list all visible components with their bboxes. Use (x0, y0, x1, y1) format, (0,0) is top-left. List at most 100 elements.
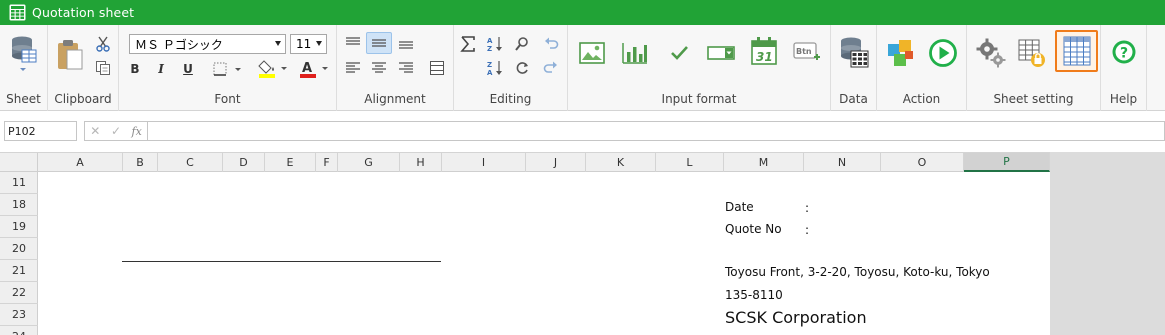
group-input-format: 31 Btn Input format (568, 25, 831, 111)
button-icon-label: Btn (796, 47, 812, 56)
column-header-p[interactable]: P (964, 153, 1050, 172)
font-color-button[interactable]: A (296, 58, 332, 80)
paste-button[interactable] (54, 37, 86, 73)
column-header-g[interactable]: G (338, 153, 400, 172)
group-help: ? Help (1101, 25, 1147, 111)
sheet-button[interactable] (8, 33, 40, 75)
spreadsheet-icon (9, 4, 26, 21)
name-box[interactable]: P102 (4, 121, 77, 141)
font-size-select[interactable]: 11 (290, 34, 327, 54)
paste-icon (58, 40, 83, 70)
borders-button[interactable] (210, 59, 244, 79)
company-postal-code: 135-8110 (725, 288, 783, 302)
row-header-22[interactable]: 22 (0, 282, 38, 304)
column-header-c[interactable]: C (158, 153, 223, 172)
find-button[interactable] (511, 33, 533, 55)
row-header-24[interactable]: 24 (0, 326, 38, 335)
column-header-o[interactable]: O (881, 153, 964, 172)
align-middle-button[interactable] (366, 32, 392, 54)
column-header-m[interactable]: M (724, 153, 804, 172)
merge-cells-button[interactable] (425, 57, 449, 79)
customer-name-underline (122, 261, 441, 262)
column-header-j[interactable]: J (526, 153, 586, 172)
sheet-grid[interactable] (38, 172, 1165, 335)
column-header-k[interactable]: K (586, 153, 656, 172)
title-bar: Quotation sheet (0, 0, 1165, 25)
merge-cells-icon (430, 61, 444, 75)
sum-button[interactable] (457, 33, 479, 55)
row-header-19[interactable]: 19 (0, 216, 38, 238)
data-button[interactable] (836, 34, 872, 72)
chart-icon (622, 43, 647, 64)
button-icon: Btn (793, 42, 820, 60)
insert-function-button[interactable]: fx (126, 122, 147, 140)
align-bottom-button[interactable] (394, 32, 418, 54)
cancel-formula-button[interactable]: ✕ (85, 122, 106, 140)
column-header-d[interactable]: D (223, 153, 265, 172)
data-table-icon (841, 37, 869, 68)
combobox-button[interactable] (705, 37, 737, 69)
font-family-select[interactable]: ＭＳ Ｐゴシック (129, 34, 286, 54)
run-button[interactable] (925, 35, 961, 71)
group-label-alignment: Alignment (364, 92, 426, 106)
column-header-e[interactable]: E (265, 153, 316, 172)
svg-text:?: ? (1120, 46, 1128, 62)
copy-button[interactable] (93, 58, 113, 78)
calendar-day: 31 (756, 50, 773, 64)
formula-input[interactable] (148, 121, 1165, 141)
column-header-f[interactable]: F (316, 153, 338, 172)
bold-button[interactable]: B (125, 59, 145, 79)
row-header-21[interactable]: 21 (0, 260, 38, 282)
replace-icon (516, 62, 528, 74)
group-label-sheet: Sheet (6, 92, 41, 106)
svg-text:Z: Z (487, 61, 492, 69)
column-header-i[interactable]: I (442, 153, 526, 172)
align-center-button[interactable] (367, 57, 391, 79)
align-right-button[interactable] (394, 57, 418, 79)
group-label-clipboard: Clipboard (54, 92, 112, 106)
fill-color-button[interactable] (255, 58, 291, 80)
italic-button[interactable]: I (151, 59, 171, 79)
protect-sheet-button[interactable] (1014, 35, 1050, 71)
row-header-20[interactable]: 20 (0, 238, 38, 260)
settings-gears-icon (976, 38, 1006, 68)
redo-button[interactable] (540, 57, 562, 79)
svg-text:A: A (487, 69, 493, 77)
column-header-a[interactable]: A (38, 153, 123, 172)
calendar-button[interactable]: 31 (748, 33, 780, 69)
group-label-help: Help (1109, 92, 1138, 106)
sort-ascending-button[interactable]: A Z (484, 33, 506, 55)
action-blocks-button[interactable] (883, 35, 919, 71)
sort-descending-icon: Z A (487, 61, 502, 77)
undo-button[interactable] (540, 33, 562, 55)
align-middle-icon (372, 39, 386, 47)
select-all-corner[interactable] (0, 153, 38, 172)
date-label: Date (725, 200, 754, 214)
align-top-button[interactable] (341, 32, 365, 54)
column-header-h[interactable]: H (400, 153, 442, 172)
row-header-18[interactable]: 18 (0, 194, 38, 216)
button-control-button[interactable]: Btn (791, 37, 823, 69)
settings-button[interactable] (973, 35, 1009, 71)
underline-button[interactable]: U (178, 59, 198, 79)
align-bottom-icon (399, 41, 413, 49)
checkbox-button[interactable] (663, 37, 695, 69)
group-label-data: Data (839, 92, 868, 106)
sort-descending-button[interactable]: Z A (484, 57, 506, 79)
window-title: Quotation sheet (32, 5, 135, 20)
grid-setting-button[interactable] (1055, 30, 1098, 72)
column-header-n[interactable]: N (804, 153, 881, 172)
cut-button[interactable] (93, 34, 113, 54)
image-button[interactable] (576, 37, 608, 69)
column-header-l[interactable]: L (656, 153, 724, 172)
enter-formula-button[interactable]: ✓ (106, 122, 127, 140)
row-header-23[interactable]: 23 (0, 304, 38, 326)
chart-button[interactable] (619, 37, 651, 69)
svg-text:A: A (487, 37, 493, 45)
help-button[interactable]: ? (1109, 37, 1139, 67)
align-left-icon (346, 62, 360, 73)
replace-button[interactable] (511, 57, 533, 79)
row-header-11[interactable]: 11 (0, 172, 38, 194)
align-left-button[interactable] (341, 57, 365, 79)
column-header-b[interactable]: B (123, 153, 158, 172)
